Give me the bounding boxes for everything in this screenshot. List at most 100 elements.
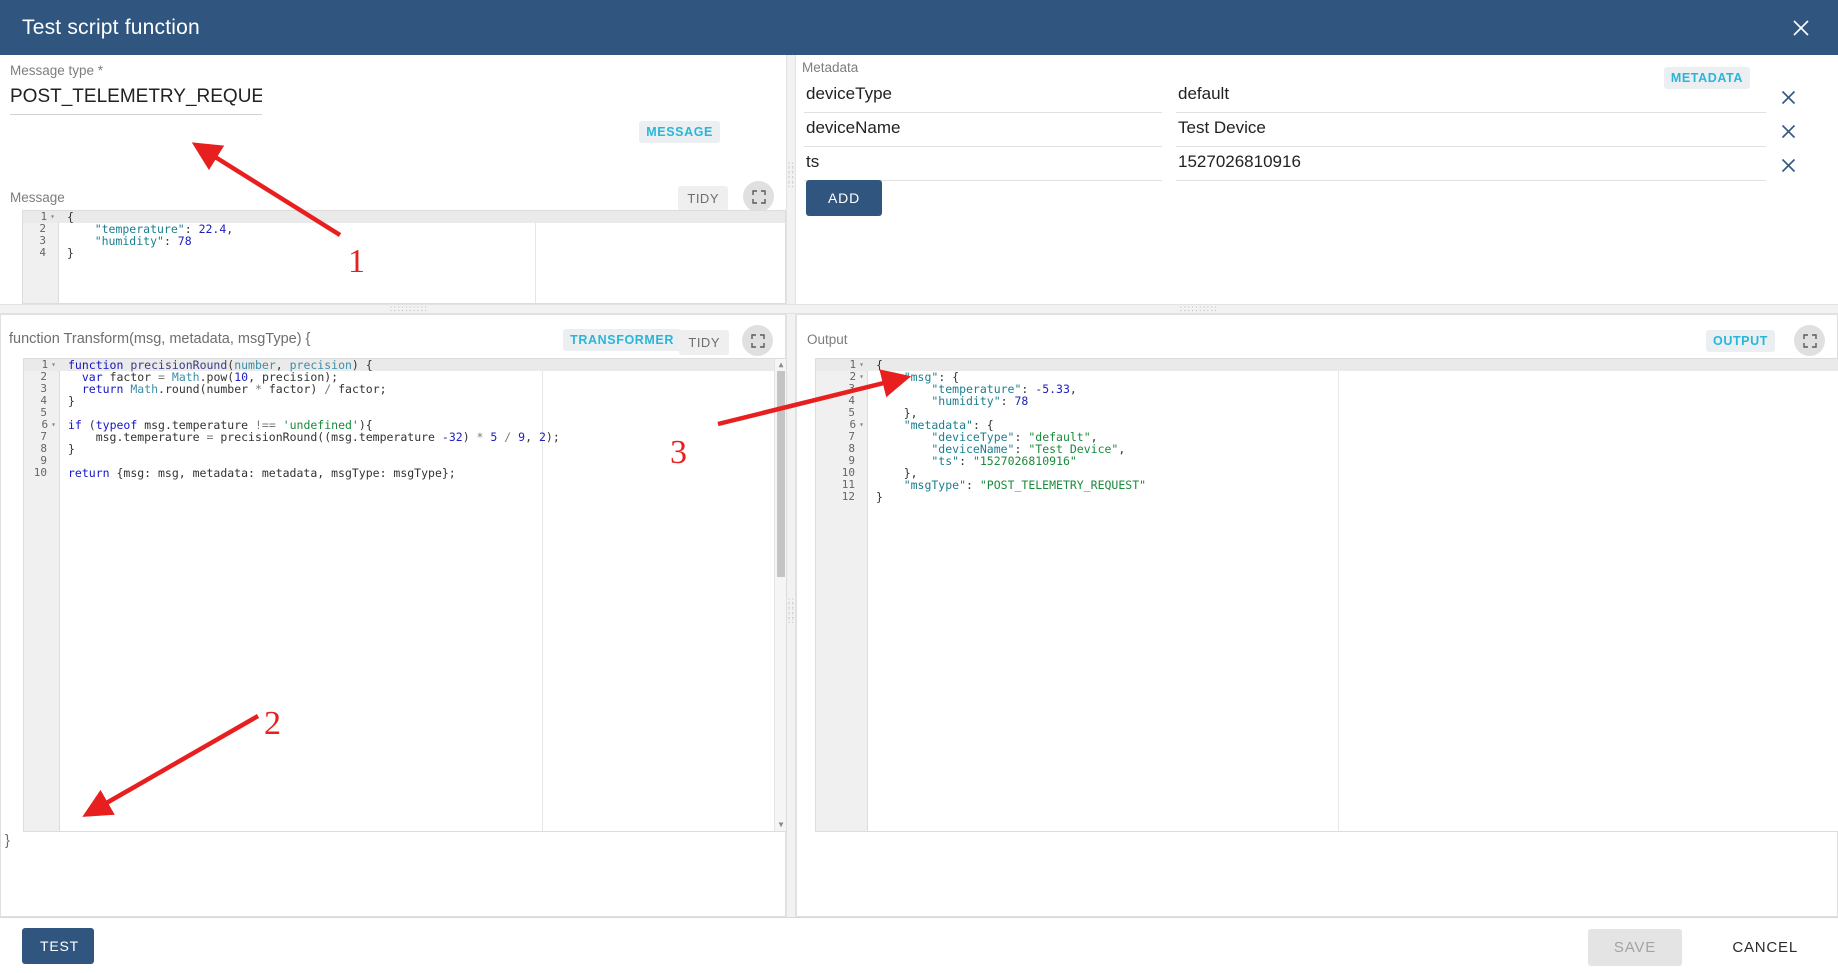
- metadata-key-input[interactable]: [804, 149, 1162, 181]
- metadata-value-input[interactable]: [1176, 115, 1766, 147]
- annotation-number: 2: [264, 705, 281, 742]
- metadata-row: [804, 148, 1838, 182]
- splitter-grip: ∷∷∷∷∷: [390, 304, 429, 314]
- line-number: 12: [841, 490, 855, 503]
- transformer-code-editor[interactable]: 1 ▾ function precisionRound(number, precis…: [23, 358, 787, 832]
- code-line: 9 "ts": "1527026810916": [816, 455, 1838, 468]
- code-line: 11 "msgType": "POST_TELEMETRY_REQUEST": [816, 478, 1838, 492]
- annotation-number: 3: [670, 434, 687, 471]
- transformer-fullscreen-button[interactable]: [742, 325, 773, 356]
- code-text: return Math.round(number * factor) / fac…: [81, 382, 387, 396]
- code-line: 12}: [816, 490, 1838, 504]
- line-number: 8: [848, 442, 855, 455]
- metadata-value-input[interactable]: [1176, 149, 1766, 181]
- fold-toggle-icon[interactable]: ▾: [859, 419, 864, 431]
- horizontal-splitter[interactable]: ∷∷∷∷∷ ∷∷∷∷∷: [0, 304, 1838, 314]
- message-label: Message: [10, 190, 65, 205]
- message-code-lines[interactable]: 1 ▾{2 "temperature": 22.4, 3 "humidity": 7…: [23, 211, 785, 303]
- code-text: return {msg: msg, metadata: metadata, ms…: [68, 466, 456, 480]
- vertical-splitter-top[interactable]: ∷ ∷ ∷ ∷ ∷: [786, 55, 796, 304]
- output-fullscreen-button[interactable]: [1794, 325, 1825, 356]
- close-icon: [1781, 90, 1796, 104]
- line-number: 2 ▾: [849, 370, 864, 383]
- vertical-splitter-bottom[interactable]: ∷ ∷ ∷ ∷ ∷: [786, 314, 796, 917]
- code-line: 3 "humidity": 78: [23, 234, 785, 248]
- transformer-signature: function Transform(msg, metadata, msgTyp…: [9, 331, 311, 347]
- splitter-grip: ∷∷∷∷∷: [788, 160, 795, 190]
- code-text: }: [67, 246, 74, 260]
- metadata-remove-button[interactable]: [1780, 89, 1797, 106]
- line-number: 4: [848, 394, 855, 407]
- metadata-key-input[interactable]: [804, 115, 1162, 147]
- transformer-tidy-button[interactable]: TIDY: [679, 330, 729, 355]
- metadata-value-input[interactable]: [1176, 81, 1766, 113]
- line-number: 1 ▾: [849, 358, 864, 371]
- metadata-row: [804, 80, 1838, 114]
- close-icon: [1781, 124, 1796, 138]
- message-code-editor[interactable]: 1 ▾{2 "temperature": 22.4, 3 "humidity": 7…: [22, 210, 786, 304]
- code-text: }: [68, 394, 75, 408]
- code-line: 1 ▾{: [816, 359, 1838, 371]
- code-text: "msgType": "POST_TELEMETRY_REQUEST": [876, 478, 1147, 492]
- code-text: }: [876, 490, 883, 504]
- metadata-add-button[interactable]: ADD: [806, 180, 882, 216]
- metadata-pane: Metadata METADATA ADD: [796, 55, 1838, 304]
- metadata-remove-button[interactable]: [1780, 157, 1797, 174]
- page-title: Test script function: [22, 15, 200, 39]
- code-text: }: [68, 442, 75, 456]
- message-type-input[interactable]: [10, 84, 262, 115]
- message-tidy-button[interactable]: TIDY: [678, 186, 728, 211]
- message-pane: Message type * Message MESSAGE TIDY 1▾{2…: [0, 55, 786, 304]
- output-badge: OUTPUT: [1706, 330, 1775, 352]
- output-code-lines: 1 ▾{2 ▾ "msg": {3 "temperature": -5.33, 4 "…: [816, 359, 1838, 831]
- code-line: 3 return Math.round(number * factor) / f…: [24, 382, 786, 396]
- close-icon: [1781, 158, 1796, 172]
- cancel-button[interactable]: CANCEL: [1716, 929, 1814, 966]
- fullscreen-icon: [1802, 333, 1817, 348]
- scroll-up-arrow[interactable]: ▲: [777, 361, 785, 369]
- dialog-titlebar: Test script function: [0, 0, 1838, 55]
- transformer-badge: TRANSFORMER: [563, 329, 681, 351]
- output-code-editor[interactable]: 1 ▾{2 ▾ "msg": {3 "temperature": -5.33, 4 "…: [815, 358, 1838, 832]
- scroll-down-arrow[interactable]: ▼: [777, 821, 785, 829]
- fold-toggle-icon[interactable]: ▾: [50, 211, 55, 223]
- message-type-label: Message type *: [10, 63, 104, 78]
- transformer-scrollbar[interactable]: ▲ ▼: [774, 359, 786, 831]
- metadata-key-input[interactable]: [804, 81, 1162, 113]
- code-line: 4}: [23, 246, 785, 260]
- save-button: SAVE: [1587, 929, 1682, 966]
- line-number: 4: [39, 246, 46, 259]
- code-line: 4}: [24, 394, 786, 408]
- fullscreen-icon: [751, 189, 766, 204]
- metadata-label: Metadata: [802, 60, 859, 75]
- metadata-remove-button[interactable]: [1780, 123, 1797, 140]
- fold-toggle-icon[interactable]: ▾: [51, 359, 56, 371]
- code-text: "humidity": 78: [67, 234, 192, 248]
- metadata-rows: [804, 80, 1838, 182]
- test-script-function-dialog: Test script function ∷ ∷ ∷ ∷ ∷ ∷ ∷ ∷ ∷ ∷ ∷∷∷∷∷ ∷…: [0, 0, 1838, 973]
- output-pane: Output OUTPUT 1 ▾{2 ▾ "msg": {3 "temperatu…: [796, 314, 1838, 917]
- message-badge: MESSAGE: [639, 121, 720, 143]
- annotation-number: 1: [348, 243, 365, 280]
- line-number: 6 ▾: [849, 418, 864, 431]
- splitter-grip: ∷∷∷∷∷: [788, 596, 795, 626]
- test-button[interactable]: TEST: [22, 928, 94, 964]
- transformer-pane: function Transform(msg, metadata, msgTyp…: [0, 314, 787, 917]
- close-icon: [1793, 19, 1809, 36]
- line-number: 3: [848, 382, 855, 395]
- transformer-closing-brace: }: [5, 833, 10, 849]
- fold-toggle-icon[interactable]: ▾: [859, 371, 864, 383]
- transformer-code-lines[interactable]: 1 ▾ function precisionRound(number, precis…: [24, 359, 786, 831]
- line-number: 10: [33, 466, 47, 479]
- splitter-grip: ∷∷∷∷∷: [1180, 304, 1219, 314]
- metadata-row: [804, 114, 1838, 148]
- line-number: 7: [848, 430, 855, 443]
- code-text: msg.temperature = precisionRound((msg.te…: [68, 430, 560, 444]
- code-line: 4 "humidity": 78: [816, 394, 1838, 408]
- fold-toggle-icon[interactable]: ▾: [859, 359, 864, 371]
- fullscreen-icon: [750, 333, 765, 348]
- message-fullscreen-button[interactable]: [743, 181, 774, 212]
- scrollbar-thumb[interactable]: [777, 371, 785, 577]
- close-dialog-button[interactable]: [1786, 13, 1816, 43]
- fold-toggle-icon[interactable]: ▾: [51, 419, 56, 431]
